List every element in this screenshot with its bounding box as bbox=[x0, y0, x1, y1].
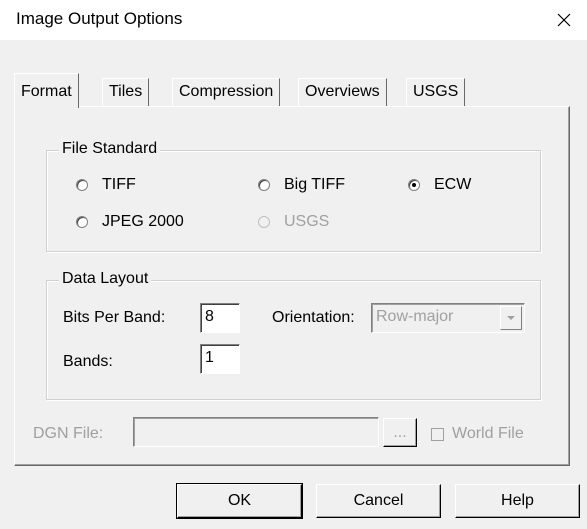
tab-label: USGS bbox=[413, 83, 459, 100]
title-bar: Image Output Options bbox=[0, 0, 587, 40]
tab-label: Tiles bbox=[109, 83, 143, 100]
close-icon bbox=[557, 13, 571, 27]
file-standard-title: File Standard bbox=[59, 140, 161, 158]
dgn-file-field bbox=[133, 417, 379, 447]
orientation-combobox: Row-major bbox=[371, 303, 525, 333]
orientation-value: Row-major bbox=[376, 308, 454, 325]
file-standard-group: File Standard bbox=[46, 140, 541, 252]
radio-dot bbox=[76, 179, 88, 191]
orientation-label: Orientation: bbox=[272, 309, 355, 326]
world-file-label: World File bbox=[452, 425, 524, 442]
radio-dot bbox=[258, 216, 270, 228]
bands-field[interactable]: 1 bbox=[200, 344, 240, 374]
radio-label: TIFF bbox=[102, 176, 136, 193]
tab-overviews[interactable]: Overviews bbox=[298, 78, 387, 106]
ok-button[interactable]: OK bbox=[176, 483, 303, 519]
bands-label: Bands: bbox=[63, 353, 113, 370]
checkbox-box bbox=[431, 427, 444, 441]
bits-per-band-label: Bits Per Band: bbox=[63, 309, 166, 326]
dropdown-button bbox=[500, 306, 522, 330]
radio-dot-selected bbox=[408, 179, 420, 191]
bits-per-band-field[interactable]: 8 bbox=[200, 303, 240, 333]
radio-label: Big TIFF bbox=[284, 176, 346, 193]
world-file-checkbox: World File bbox=[431, 425, 524, 443]
radio-dot bbox=[258, 179, 270, 191]
close-button[interactable] bbox=[541, 0, 587, 40]
data-layout-title: Data Layout bbox=[59, 270, 152, 288]
cancel-button[interactable]: Cancel bbox=[316, 484, 441, 518]
help-button[interactable]: Help bbox=[455, 484, 580, 518]
radio-label: USGS bbox=[284, 213, 330, 230]
radio-tiff[interactable]: TIFF bbox=[76, 176, 136, 194]
radio-dot bbox=[76, 216, 88, 228]
radio-usgs: USGS bbox=[258, 213, 329, 231]
tab-label: Format bbox=[21, 83, 72, 100]
tab-compression[interactable]: Compression bbox=[172, 78, 281, 106]
chevron-down-icon bbox=[507, 316, 515, 320]
tab-tiles[interactable]: Tiles bbox=[102, 78, 150, 106]
window-title: Image Output Options bbox=[16, 9, 183, 28]
tab-format[interactable]: Format bbox=[14, 73, 79, 108]
radio-ecw[interactable]: ECW bbox=[408, 176, 471, 194]
browse-button: ... bbox=[383, 418, 417, 447]
radio-label: ECW bbox=[434, 176, 472, 193]
tab-label: Compression bbox=[179, 83, 274, 100]
radio-big-tiff[interactable]: Big TIFF bbox=[258, 176, 345, 194]
radio-jpeg-2000[interactable]: JPEG 2000 bbox=[76, 213, 184, 231]
dgn-file-label: DGN File: bbox=[33, 425, 104, 442]
data-layout-group: Data Layout bbox=[46, 270, 541, 400]
tab-label: Overviews bbox=[305, 83, 380, 100]
tab-usgs[interactable]: USGS bbox=[406, 78, 466, 106]
radio-label: JPEG 2000 bbox=[102, 213, 184, 230]
